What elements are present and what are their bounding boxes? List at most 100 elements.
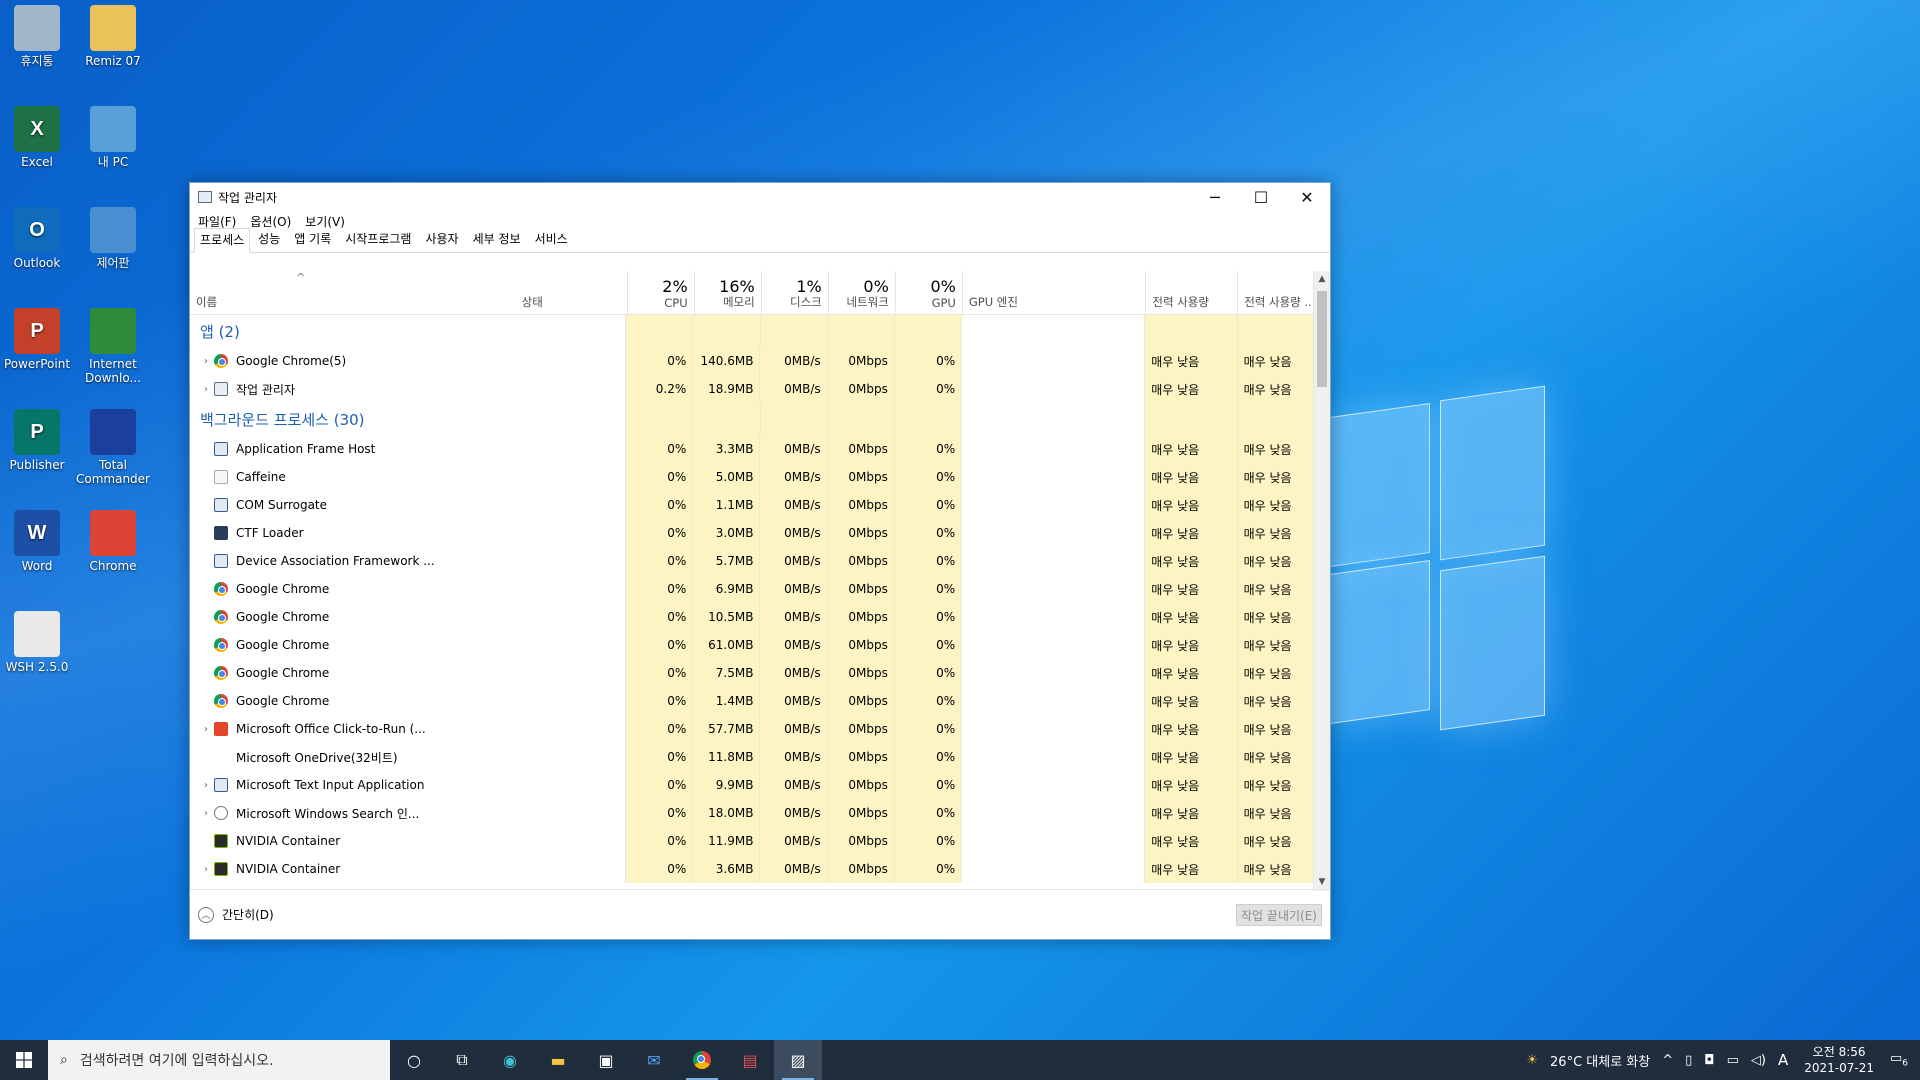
store-button[interactable]: ▣ (582, 1040, 630, 1080)
table-row[interactable]: Google Chrome 0% 6.9MB 0MB/s 0Mbps 0% 매우 낮음 매우 … (190, 575, 1330, 603)
column-name[interactable]: ^ 이름 (190, 271, 516, 314)
file-explorer-button[interactable]: ▬ (534, 1040, 582, 1080)
cpu-cell: 0% (626, 799, 694, 827)
table-row[interactable]: NVIDIA Container 0% 11.9MB 0MB/s 0Mbps 0% 매우 낮… (190, 827, 1330, 855)
scroll-thumb[interactable] (1317, 291, 1327, 387)
cortana-button[interactable]: ○ (390, 1040, 438, 1080)
minimize-button[interactable]: ─ (1192, 183, 1238, 211)
table-row[interactable]: › Google Chrome(5) 0% 140.6MB 0MB/s 0Mbps 0% 매우… (190, 347, 1330, 375)
process-name-cell: NVIDIA Container (190, 827, 515, 855)
desktop-shortcut[interactable]: 제어판 (76, 207, 150, 270)
meet-now-icon[interactable]: ◘ (1704, 1053, 1714, 1068)
desktop-shortcut[interactable]: Internet Downlo... (76, 308, 150, 385)
tablet-icon[interactable]: ▯ (1685, 1053, 1692, 1068)
volume-icon[interactable]: ◁) (1751, 1053, 1766, 1068)
power-cell: 매우 낮음 (1145, 687, 1238, 715)
group-header[interactable]: 앱 (2) (190, 315, 1330, 347)
process-name-cell: › Google Chrome(5) (190, 347, 515, 375)
gpu-engine-cell (962, 375, 1146, 403)
maximize-button[interactable]: ☐ (1238, 183, 1284, 211)
desktop-shortcut[interactable]: W Word (0, 510, 74, 573)
column-gpu[interactable]: 0% GPU (896, 271, 963, 314)
menu-file[interactable]: 파일(F) (198, 213, 236, 230)
table-row[interactable]: › Microsoft Text Input Application 0% 9.9MB… (190, 771, 1330, 799)
chrome-icon (90, 510, 136, 556)
table-row[interactable]: › 작업 관리자 0.2% 18.9MB 0MB/s 0Mbps 0% 매우 낮음 매우 낮음 (190, 375, 1330, 403)
tab-services[interactable]: 서비스 (529, 227, 574, 252)
gpu-engine-cell (962, 827, 1146, 855)
chevron-up-icon[interactable]: ^ (1662, 1053, 1673, 1068)
desktop-shortcut[interactable]: Remiz 07 (76, 5, 150, 68)
weather-text[interactable]: 26°C 대체로 화창 (1550, 1051, 1650, 1070)
desktop-shortcut[interactable]: P Publisher (0, 409, 74, 472)
table-row[interactable]: CTF Loader 0% 3.0MB 0MB/s 0Mbps 0% 매우 낮음 매우 낮음 (190, 519, 1330, 547)
close-button[interactable]: ✕ (1284, 183, 1330, 211)
tab-performance[interactable]: 성능 (252, 227, 286, 252)
start-button[interactable] (0, 1040, 48, 1080)
table-row[interactable]: COM Surrogate 0% 1.1MB 0MB/s 0Mbps 0% 매우 낮음 매우 … (190, 491, 1330, 519)
chrome-taskbar-button[interactable] (678, 1040, 726, 1080)
mail-button[interactable]: ✉ (630, 1040, 678, 1080)
app-taskbar-button[interactable]: ▤ (726, 1040, 774, 1080)
column-gpu-engine[interactable]: GPU 엔진 (963, 271, 1147, 314)
edge-button[interactable]: ◉ (486, 1040, 534, 1080)
table-row[interactable]: Google Chrome 0% 7.5MB 0MB/s 0Mbps 0% 매우 낮음 매우 … (190, 659, 1330, 687)
network-cell: 0Mbps (827, 659, 895, 687)
status-cell (515, 771, 627, 799)
chevron-right-icon[interactable]: › (198, 808, 214, 819)
end-task-button[interactable]: 작업 끝내기(E) (1236, 904, 1322, 926)
table-row[interactable]: › Microsoft Windows Search 인... 0% 18.0MB 0M… (190, 799, 1330, 827)
column-network[interactable]: 0% 네트워크 (829, 271, 896, 314)
desktop-shortcut[interactable]: Chrome (76, 510, 150, 573)
desktop-shortcut[interactable]: 휴지통 (0, 5, 74, 68)
column-status[interactable]: 상태 (516, 271, 628, 314)
desktop-shortcut[interactable]: 내 PC (76, 106, 150, 169)
gpu-cell: 0% (894, 827, 963, 855)
table-row[interactable]: › NVIDIA Container 0% 3.6MB 0MB/s 0Mbps 0% 매우 낮… (190, 855, 1330, 883)
clock[interactable]: 오전 8:56 2021-07-21 (1804, 1044, 1874, 1076)
tab-details[interactable]: 세부 정보 (467, 227, 527, 252)
excel-icon: X (14, 106, 60, 152)
input-language-indicator[interactable]: A (1778, 1051, 1788, 1069)
table-row[interactable]: Application Frame Host 0% 3.3MB 0MB/s 0Mbps 0… (190, 435, 1330, 463)
table-row[interactable]: Microsoft OneDrive(32비트) 0% 11.8MB 0MB/s 0Mb… (190, 743, 1330, 771)
network-icon[interactable]: ▭ (1727, 1053, 1739, 1068)
column-memory[interactable]: 16% 메모리 (695, 271, 762, 314)
task-manager-taskbar-button[interactable]: ▨ (774, 1040, 822, 1080)
process-name-cell: Microsoft OneDrive(32비트) (190, 743, 515, 771)
table-row[interactable]: Google Chrome 0% 61.0MB 0MB/s 0Mbps 0% 매우 낮음 매우… (190, 631, 1330, 659)
column-disk[interactable]: 1% 디스크 (762, 271, 829, 314)
task-view-button[interactable]: ⧉ (438, 1040, 486, 1080)
desktop-shortcut[interactable]: O Outlook (0, 207, 74, 270)
taskbar-search-box[interactable]: ⌕ 검색하려면 여기에 입력하십시오. (48, 1040, 390, 1080)
weather-icon[interactable]: ☀ (1526, 1053, 1538, 1068)
tab-app-history[interactable]: 앱 기록 (288, 227, 337, 252)
tab-processes[interactable]: 프로세스 (194, 228, 251, 253)
column-cpu[interactable]: 2% CPU (628, 271, 695, 314)
chevron-right-icon[interactable]: › (198, 864, 214, 875)
tab-startup[interactable]: 시작프로그램 (339, 227, 417, 252)
fewer-details-button[interactable]: ︿ 간단히(D) (198, 906, 274, 923)
office-icon (214, 722, 228, 736)
column-power-usage[interactable]: 전력 사용량 (1146, 271, 1239, 314)
tab-users[interactable]: 사용자 (419, 227, 464, 252)
chevron-right-icon[interactable]: › (198, 356, 214, 367)
table-row[interactable]: › Microsoft Office Click-to-Run (... 0% 57.… (190, 715, 1330, 743)
chevron-right-icon[interactable]: › (198, 780, 214, 791)
desktop-shortcut[interactable]: X Excel (0, 106, 74, 169)
desktop-shortcut[interactable]: P PowerPoint (0, 308, 74, 371)
desktop-shortcut[interactable]: WSH 2.5.0 (0, 611, 74, 674)
title-bar[interactable]: 작업 관리자 ─ ☐ ✕ (190, 183, 1330, 211)
table-row[interactable]: Google Chrome 0% 10.5MB 0MB/s 0Mbps 0% 매우 낮음 매우… (190, 603, 1330, 631)
desktop-shortcut[interactable]: Total Commander (76, 409, 150, 486)
table-row[interactable]: Caffeine 0% 5.0MB 0MB/s 0Mbps 0% 매우 낮음 매우 낮음 (190, 463, 1330, 491)
group-header[interactable]: 백그라운드 프로세스 (30) (190, 403, 1330, 435)
scroll-up-icon[interactable]: ▲ (1314, 271, 1330, 288)
chevron-right-icon[interactable]: › (198, 384, 214, 395)
chevron-right-icon[interactable]: › (198, 724, 214, 735)
table-row[interactable]: Device Association Framework ... 0% 5.7MB 0… (190, 547, 1330, 575)
disk-cell: 0MB/s (760, 631, 828, 659)
table-row[interactable]: Google Chrome 0% 1.4MB 0MB/s 0Mbps 0% 매우 낮음 매우 … (190, 687, 1330, 715)
notification-center-icon[interactable]: ▭6 (1890, 1051, 1908, 1069)
vertical-scrollbar[interactable]: ▲ ▼ (1313, 271, 1330, 891)
